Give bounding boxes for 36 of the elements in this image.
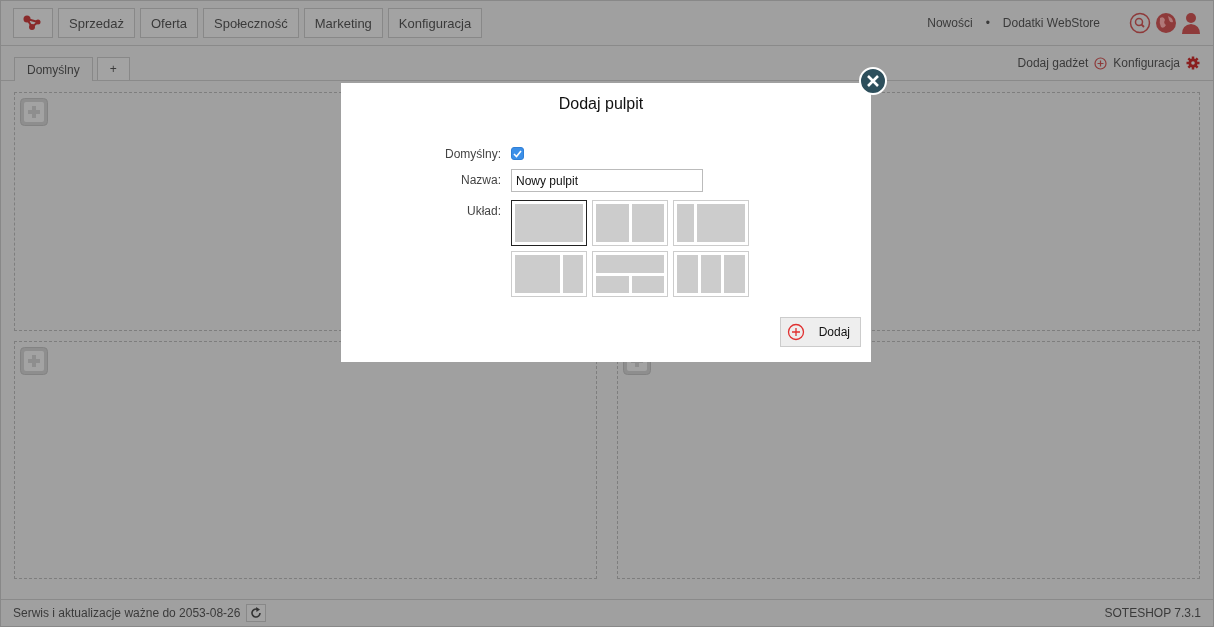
add-gadget-icon <box>20 98 48 126</box>
nav-link[interactable]: Dodatki WebStore <box>1002 16 1100 30</box>
tab[interactable]: + <box>96 57 130 80</box>
menu-button[interactable]: Społeczność <box>203 8 299 38</box>
layout-option[interactable] <box>511 200 587 246</box>
close-icon <box>866 74 880 88</box>
refresh-icon <box>250 607 263 619</box>
default-checkbox[interactable] <box>511 147 524 160</box>
refresh-button[interactable] <box>246 604 267 622</box>
gear-icon <box>1186 56 1200 70</box>
field-label: Domyślny: <box>444 146 501 161</box>
share-nodes-icon <box>23 15 43 31</box>
add-gadget-icon <box>20 346 48 375</box>
close-button[interactable] <box>859 67 887 95</box>
separator-dot: • <box>985 16 990 30</box>
field-label: Układ: <box>466 203 501 218</box>
add-button[interactable]: Dodaj <box>779 317 861 347</box>
plus-circle-icon <box>1094 56 1108 70</box>
service-status-text: Serwis i aktualizacje ważne do 2053-08-26 <box>13 606 241 620</box>
menu-button[interactable]: Konfiguracja <box>387 8 483 38</box>
tab[interactable]: Domyślny <box>14 57 93 81</box>
globe-icon <box>1155 12 1177 34</box>
add-gadget-link[interactable]: Dodaj gadżet <box>1017 56 1089 70</box>
configuration-link[interactable]: Konfiguracja <box>1113 56 1180 70</box>
user-icon <box>1181 12 1201 34</box>
logo-button[interactable] <box>13 8 53 38</box>
search-icon <box>1129 12 1151 34</box>
version-text: SOTESHOP 7.3.1 <box>1104 606 1201 620</box>
field-label: Nazwa: <box>460 172 501 187</box>
dialog-title: Dodaj pulpit <box>557 95 645 113</box>
plus-circle-icon <box>786 323 805 341</box>
menu-button[interactable]: Oferta <box>139 8 199 38</box>
name-field[interactable]: Nowy pulpit <box>511 169 703 192</box>
menu-button[interactable]: Marketing <box>303 8 383 38</box>
menu-button[interactable]: Sprzedaż <box>58 8 135 38</box>
nav-link[interactable]: Nowości <box>927 16 973 30</box>
